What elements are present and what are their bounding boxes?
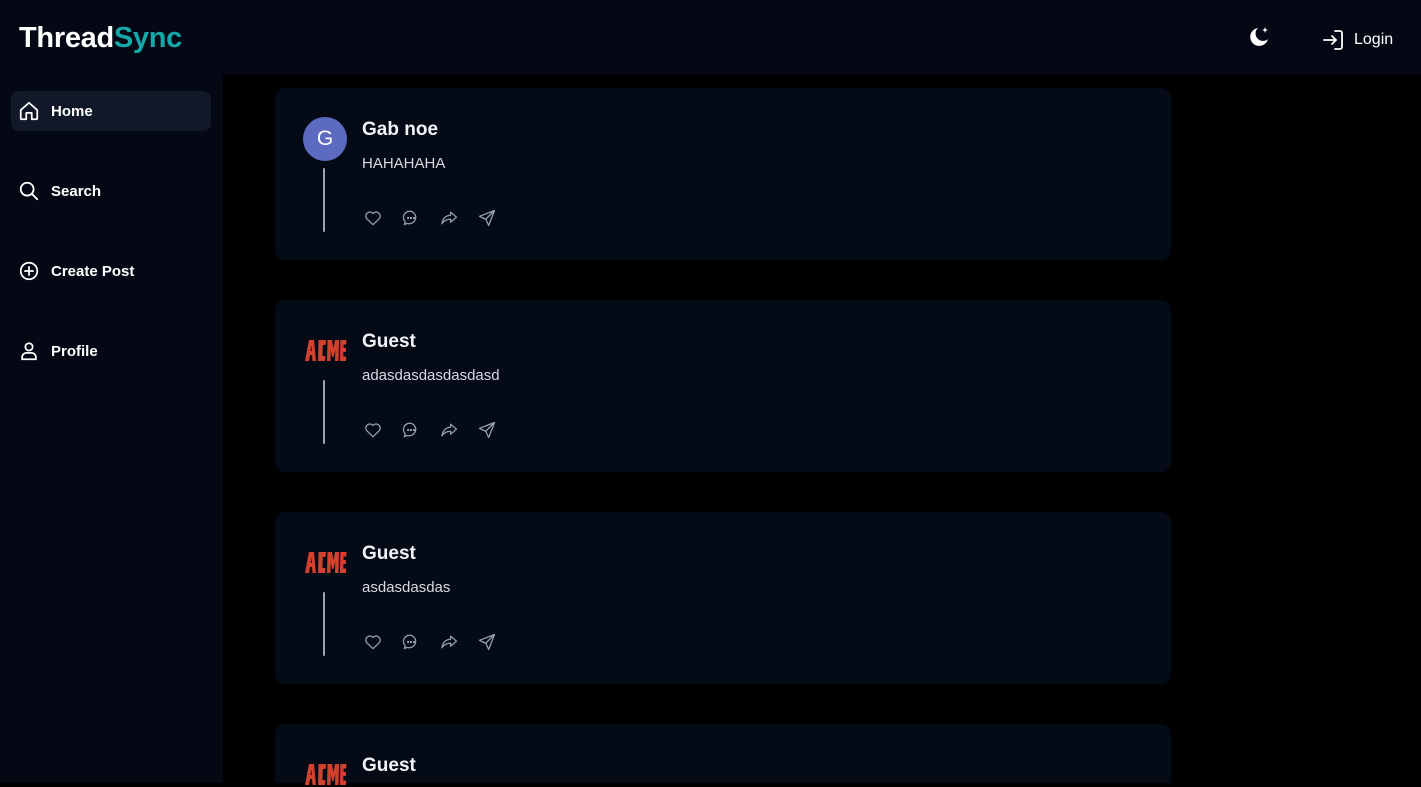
post-content: asdasdasdas bbox=[362, 579, 451, 596]
acme-logo-avatar[interactable] bbox=[303, 761, 347, 787]
plus-circle-icon bbox=[18, 260, 40, 282]
heart-icon[interactable] bbox=[363, 632, 383, 652]
heart-icon[interactable] bbox=[363, 208, 383, 228]
sidebar-item-label: Home bbox=[51, 102, 93, 120]
post-card: Guest bbox=[275, 724, 1171, 785]
sidebar-item-create-post[interactable]: Create Post bbox=[11, 251, 211, 291]
thread-line bbox=[323, 380, 325, 444]
sidebar-item-label: Profile bbox=[51, 342, 98, 360]
post-content: adasdasdasdasdasd bbox=[362, 367, 500, 384]
moon-stars-icon bbox=[1250, 27, 1268, 46]
share-icon[interactable] bbox=[439, 420, 459, 440]
send-icon[interactable] bbox=[477, 632, 497, 652]
home-icon bbox=[18, 100, 40, 122]
sidebar-item-profile[interactable]: Profile bbox=[11, 331, 211, 371]
share-icon[interactable] bbox=[439, 208, 459, 228]
search-icon bbox=[18, 180, 40, 202]
post-actions bbox=[363, 420, 497, 440]
login-button[interactable]: Login bbox=[1321, 26, 1393, 54]
share-icon[interactable] bbox=[439, 632, 459, 652]
sidebar-item-label: Create Post bbox=[51, 262, 135, 280]
avatar[interactable]: G bbox=[303, 117, 347, 161]
post-card: G Gab noe HAHAHAHA bbox=[275, 88, 1171, 260]
acme-logo-avatar[interactable] bbox=[303, 549, 347, 575]
logo-part-thread: Thread bbox=[19, 22, 114, 54]
thread-line bbox=[323, 592, 325, 656]
theme-toggle-button[interactable] bbox=[1246, 24, 1272, 50]
logo-part-sync: Sync bbox=[113, 22, 183, 54]
acme-logo-avatar[interactable] bbox=[303, 337, 347, 363]
post-card: Guest asdasdasdas bbox=[275, 512, 1171, 684]
comment-icon[interactable] bbox=[401, 208, 421, 228]
app-logo[interactable]: ThreadSync bbox=[19, 21, 182, 55]
sidebar: Home Search Create Post Profile bbox=[0, 75, 223, 783]
post-card: Guest adasdasdasdasdasd bbox=[275, 300, 1171, 472]
thread-line bbox=[323, 168, 325, 232]
comment-icon[interactable] bbox=[401, 632, 421, 652]
post-author[interactable]: Gab noe bbox=[362, 119, 438, 141]
post-actions bbox=[363, 208, 497, 228]
post-actions bbox=[363, 632, 497, 652]
user-icon bbox=[18, 340, 40, 362]
login-label: Login bbox=[1354, 31, 1394, 48]
comment-icon[interactable] bbox=[401, 420, 421, 440]
sidebar-item-label: Search bbox=[51, 182, 102, 200]
sidebar-item-search[interactable]: Search bbox=[11, 171, 211, 211]
post-content: HAHAHAHA bbox=[362, 155, 446, 172]
heart-icon[interactable] bbox=[363, 420, 383, 440]
sidebar-item-home[interactable]: Home bbox=[11, 91, 211, 131]
send-icon[interactable] bbox=[477, 208, 497, 228]
top-bar: ThreadSync Login bbox=[0, 0, 1421, 75]
post-author[interactable]: Guest bbox=[362, 543, 416, 565]
post-author[interactable]: Guest bbox=[362, 755, 416, 777]
login-icon bbox=[1323, 30, 1343, 50]
send-icon[interactable] bbox=[477, 420, 497, 440]
post-author[interactable]: Guest bbox=[362, 331, 416, 353]
